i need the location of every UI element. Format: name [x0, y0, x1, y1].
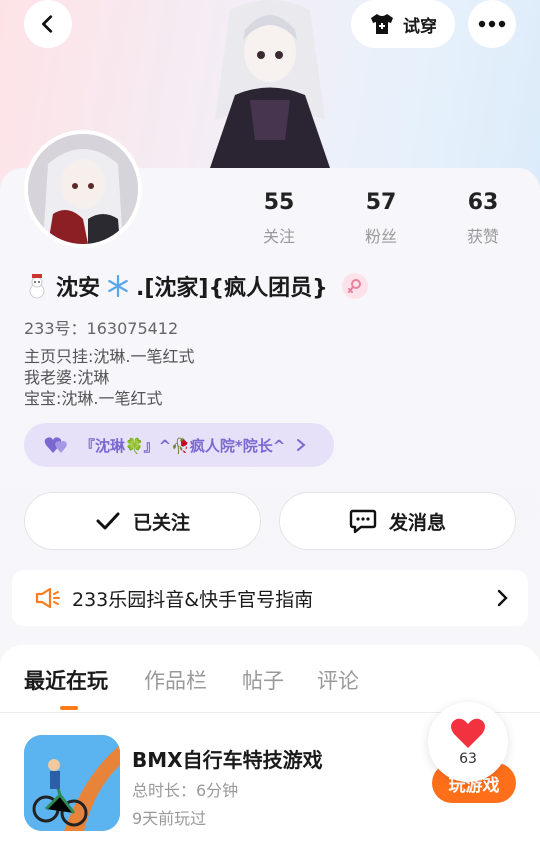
tab-posts[interactable]: 帖子	[242, 665, 284, 695]
game-title[interactable]: BMX自行车特技游戏	[132, 744, 323, 773]
announcement-text: 233乐园抖音&快手官号指南	[72, 588, 314, 611]
try-on-button[interactable]: 试穿	[351, 0, 455, 48]
following-label: 关注	[262, 227, 295, 246]
active-tab-indicator	[60, 706, 78, 710]
following-count: 55	[263, 190, 295, 215]
chat-bubble-icon	[349, 509, 377, 534]
game-last-played: 9天前玩过	[132, 809, 207, 828]
game-icon[interactable]	[24, 735, 120, 831]
more-dots-icon	[478, 20, 506, 28]
send-message-label: 发消息	[388, 511, 446, 534]
heart-icon	[451, 718, 485, 748]
try-on-label: 试穿	[403, 16, 437, 37]
tab-recently-played[interactable]: 最近在玩	[24, 665, 108, 695]
like-count: 63	[459, 751, 477, 767]
followers-count: 57	[365, 190, 397, 215]
name-suffix: .[沈家]{疯人团员}	[136, 276, 328, 301]
tab-comments[interactable]: 评论	[317, 665, 359, 695]
avatar[interactable]	[24, 130, 142, 248]
double-heart-icon	[44, 437, 67, 453]
profile-name: 沈安 .[沈家]{疯人团员}	[24, 270, 368, 302]
megaphone-icon	[35, 587, 60, 609]
user-id: 233号：163075412	[24, 319, 179, 338]
back-button[interactable]	[24, 0, 72, 48]
avatar-image	[28, 134, 138, 244]
announcement-banner[interactable]: 233乐园抖音&快手官号指南	[12, 570, 528, 626]
like-button[interactable]: 63	[428, 702, 508, 782]
following-stat[interactable]: 55 关注	[239, 190, 319, 247]
bio-line: 宝宝:沈琳.一笔红式	[24, 389, 163, 408]
character-banner-image	[210, 0, 330, 168]
followers-stat[interactable]: 57 粉丝	[341, 190, 421, 247]
followers-label: 粉丝	[364, 227, 397, 246]
shirt-plus-icon	[371, 14, 393, 34]
checkmark-icon	[96, 512, 120, 530]
chevron-left-icon	[42, 15, 53, 33]
followed-label: 已关注	[132, 511, 190, 534]
likes-count: 63	[467, 190, 499, 215]
likes-label: 获赞	[466, 227, 499, 246]
more-button[interactable]	[468, 0, 516, 48]
chevron-right-icon	[297, 439, 306, 451]
snowman-icon	[29, 274, 45, 299]
chevron-right-icon	[497, 589, 508, 607]
female-gender-icon	[341, 273, 368, 299]
relation-tag[interactable]: 『沈琳🍀』^🥀疯人院*院长^	[24, 423, 334, 467]
name-prefix: 沈安	[56, 276, 101, 301]
bio-line: 我老婆:沈琳	[24, 368, 110, 387]
bio: 主页只挂:沈琳.一笔红式 我老婆:沈琳 宝宝:沈琳.一笔红式	[24, 346, 194, 409]
game-play-duration: 总时长：6分钟	[132, 781, 239, 800]
bio-line: 主页只挂:沈琳.一笔红式	[24, 347, 195, 366]
tab-works[interactable]: 作品栏	[144, 665, 207, 695]
likes-stat[interactable]: 63 获赞	[443, 190, 523, 247]
snowflake-icon	[108, 274, 128, 298]
bmx-game-icon	[24, 735, 120, 831]
followed-button[interactable]: 已关注	[24, 492, 261, 550]
send-message-button[interactable]: 发消息	[279, 492, 516, 550]
relation-tag-label: 『沈琳🍀』^🥀疯人院*院长^	[80, 436, 286, 455]
